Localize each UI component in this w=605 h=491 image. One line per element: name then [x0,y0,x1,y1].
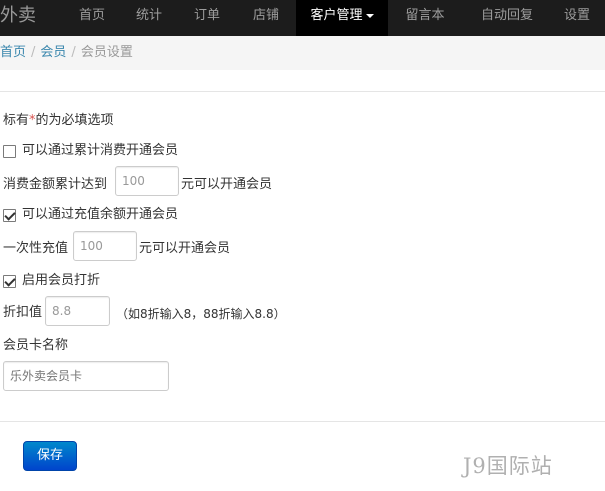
breadcrumb-separator: / [71,45,76,60]
card-name-label: 会员卡名称 [3,338,69,353]
cumulative-amount-prefix: 消费金额累计达到 [3,177,108,192]
breadcrumb: 首页 / 会员 / 会员设置 [0,36,605,70]
chevron-down-icon [365,13,374,18]
nav-item-settings[interactable]: 设置 [556,0,605,36]
content-divider [0,91,605,92]
discount-value-input[interactable]: 8.8 [45,296,110,326]
discount-checkbox[interactable] [3,275,16,288]
nav-item-auto-reply[interactable]: 自动回复 [466,0,548,36]
nav-item-customer-management[interactable]: 客户管理 [296,0,388,36]
cumulative-spending-checkbox[interactable] [3,145,16,158]
nav-item-stores[interactable]: 店铺 [236,0,296,36]
breadcrumb-members[interactable]: 会员 [40,45,66,60]
watermark: J9国际站 [463,454,553,478]
nav-item-guestbook[interactable]: 留言本 [392,0,458,36]
discount-hint: （如8折输入8，88折输入8.8） [116,307,286,321]
nav-item-orders[interactable]: 订单 [178,0,236,36]
card-name-input[interactable] [3,361,169,391]
save-button[interactable]: 保存 [23,441,77,471]
nav-item-statistics[interactable]: 统计 [120,0,178,36]
cumulative-amount-input[interactable]: 100 [115,166,179,196]
discount-label[interactable]: 启用会员打折 [22,272,100,290]
recharge-label[interactable]: 可以通过充值余额开通会员 [22,206,178,224]
recharge-checkbox[interactable] [3,209,16,222]
nav-item-customer-management-label: 客户管理 [310,8,363,23]
nav-item-home[interactable]: 首页 [64,0,120,36]
brand-logo[interactable]: 乐外卖 [0,0,36,36]
recharge-amount-prefix: 一次性充值 [3,241,69,256]
discount-value-prefix: 折扣值 [3,305,43,320]
recharge-amount-suffix: 元可以开通会员 [139,241,231,256]
recharge-amount-input[interactable]: 100 [73,231,137,261]
cumulative-amount-suffix: 元可以开通会员 [181,177,273,192]
breadcrumb-current: 会员设置 [80,45,133,60]
cumulative-spending-label[interactable]: 可以通过累计消费开通会员 [22,142,178,160]
breadcrumb-separator: / [31,45,36,60]
form-actions-divider [0,421,605,422]
required-note: 标有*的为必填选项 [3,113,114,128]
breadcrumb-home[interactable]: 首页 [0,45,26,60]
top-navbar: 乐外卖 首页 统计 订单 店铺 客户管理 留言本 自动回复 设置 [0,0,605,36]
